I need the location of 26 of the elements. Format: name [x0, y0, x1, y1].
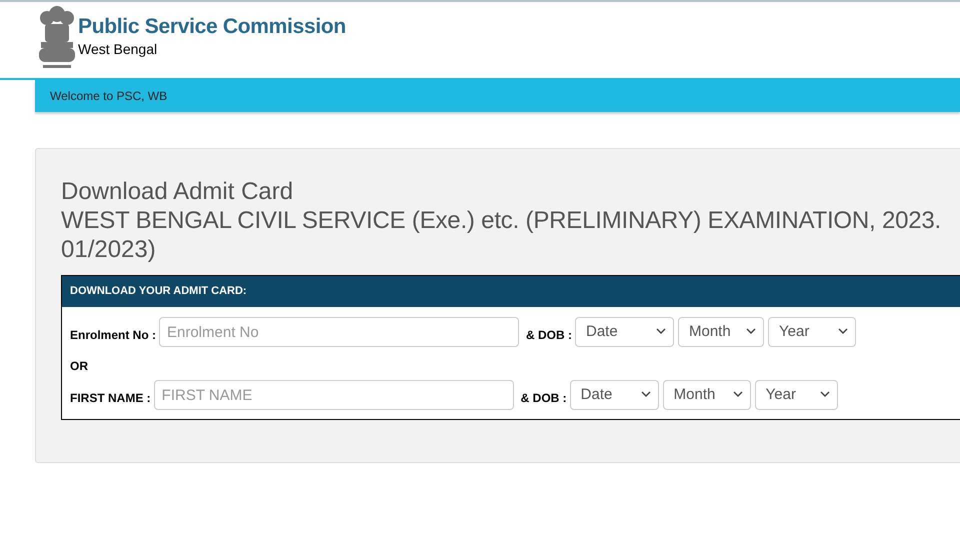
date-dropdown[interactable]: Date — [575, 317, 674, 347]
caret-icon — [820, 391, 830, 397]
text-input[interactable]: FIRST NAME — [154, 380, 514, 410]
site-title: Public Service Commission — [78, 15, 346, 39]
caret-icon — [838, 328, 848, 334]
month-dropdown[interactable]: Month — [662, 380, 751, 410]
welcome-text: Welcome to PSC, WB — [50, 88, 168, 105]
month-dropdown[interactable]: Month — [678, 317, 764, 347]
or-label: OR — [70, 359, 88, 373]
dob-label: & DOB : — [520, 390, 567, 407]
dob-label: & DOB : — [526, 327, 572, 344]
date-dropdown[interactable]: Date — [570, 380, 659, 410]
caret-icon — [656, 328, 666, 334]
site-subtitle: West Bengal — [78, 40, 158, 59]
panel-heading: Download Admit Card — [61, 177, 294, 206]
form-title: DOWNLOAD YOUR ADMIT CARD: — [70, 284, 247, 300]
field-label: FIRST NAME : — [70, 390, 151, 407]
caret-icon — [640, 391, 651, 397]
year-dropdown[interactable]: Year — [754, 380, 838, 410]
caret-icon — [746, 328, 756, 334]
exam-title: 01/2023) — [61, 235, 157, 264]
caret-icon — [732, 391, 743, 397]
exam-title: WEST BENGAL CIVIL SERVICE (Exe.) etc. (PRELIMINARY) EXAMINATION, 2023. — [61, 206, 942, 235]
text-input[interactable]: Enrolment No — [159, 317, 519, 347]
year-dropdown[interactable]: Year — [768, 317, 856, 347]
field-label: Enrolment No : — [70, 327, 156, 344]
